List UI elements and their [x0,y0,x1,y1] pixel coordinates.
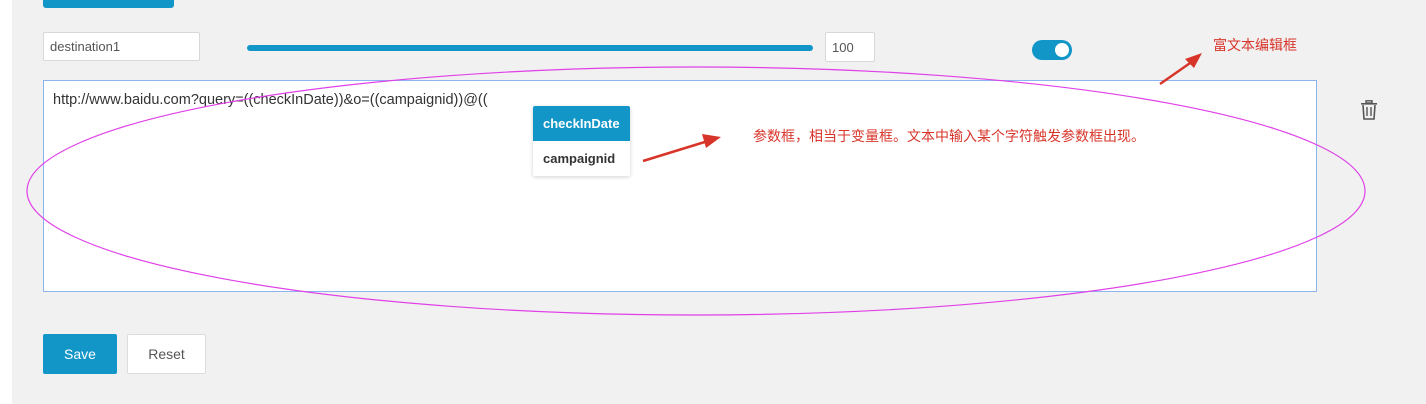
param-option-checkindate[interactable]: checkInDate [533,106,630,141]
reset-button[interactable]: Reset [127,334,206,374]
param-option-campaignid[interactable]: campaignid [533,141,630,176]
left-panel-edge [0,0,12,404]
destination-name-input[interactable] [43,32,200,61]
trash-icon[interactable] [1360,100,1378,120]
save-button[interactable]: Save [43,334,117,374]
param-dropdown: checkInDate campaignid [533,106,630,176]
weight-number-input[interactable] [825,32,875,62]
editor-content[interactable]: http://www.baidu.com?query=((checkInDate… [53,92,488,108]
rich-text-editor[interactable]: http://www.baidu.com?query=((checkInDate… [43,80,1317,292]
annotation-rich-text-editor: 富文本编辑框 [1213,38,1297,54]
enable-toggle[interactable] [1032,40,1072,60]
annotation-param-box: 参数框，相当于变量框。文本中输入某个字符触发参数框出现。 [753,129,1145,145]
weight-slider[interactable] [247,45,813,51]
top-button-partial[interactable] [43,0,174,8]
toggle-knob [1055,43,1069,57]
